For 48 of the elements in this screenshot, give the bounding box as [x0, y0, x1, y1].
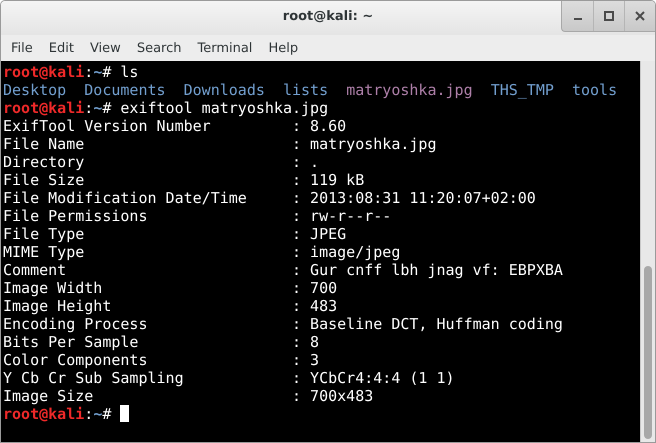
- prompt-path: ~: [93, 405, 102, 423]
- command-text: ls: [120, 63, 138, 81]
- scrollbar[interactable]: [640, 61, 655, 442]
- output-line: Image Width : 700: [3, 279, 338, 297]
- output-line: Color Components : 3: [3, 351, 320, 369]
- prompt-symbol: #: [102, 63, 112, 81]
- output-line: File Permissions : rw-r--r--: [3, 207, 392, 225]
- menu-item[interactable]: File: [3, 40, 41, 56]
- window-title: root@kali: ~: [282, 9, 374, 24]
- menu-item[interactable]: Edit: [40, 40, 82, 56]
- prompt-user: root@kali: [3, 405, 84, 423]
- output-line: Encoding Process : Baseline DCT, Huffman coding: [3, 315, 563, 333]
- file-name: tools: [572, 81, 618, 99]
- file-name: Documents: [84, 81, 166, 99]
- menu-item[interactable]: View: [82, 40, 129, 56]
- scrollbar-thumb[interactable]: [644, 266, 652, 439]
- output-line: Image Height : 483: [3, 297, 338, 315]
- output-line: Bits Per Sample : 8: [3, 333, 320, 351]
- file-name: THS_TMP: [490, 81, 554, 99]
- output-line: MIME Type : image/jpeg: [3, 243, 400, 261]
- prompt-separator: :: [84, 405, 94, 423]
- output-line: ExifTool Version Number : 8.60: [3, 117, 346, 135]
- maximize-icon: [604, 11, 614, 21]
- file-name: Downloads: [184, 81, 265, 99]
- output-line: File Type : JPEG: [3, 225, 346, 243]
- prompt-symbol: #: [102, 405, 112, 423]
- file-name: matryoshka.jpg: [346, 81, 473, 99]
- prompt-user: root@kali: [3, 63, 84, 81]
- file-name: Desktop: [3, 81, 66, 99]
- menu-item[interactable]: Search: [128, 40, 190, 56]
- output-line: Image Size : 700x483: [3, 387, 374, 405]
- output-line: File Name : matryoshka.jpg: [3, 135, 436, 153]
- file-name: lists: [282, 81, 328, 99]
- output-line: File Size : 119 kB: [3, 171, 364, 189]
- output-line: Y Cb Cr Sub Sampling : YCbCr4:4:4 (1 1): [3, 369, 455, 387]
- prompt-path: ~: [93, 99, 102, 117]
- output-line: File Modification Date/Time : 2013:08:31 11:20:07+02:00: [3, 189, 536, 207]
- command-text: exiftool matryoshka.jpg: [120, 99, 328, 117]
- output-line: Comment : Gur cnff lbh jnag vf: EBPXBA: [3, 261, 563, 279]
- output-line: Directory : .: [3, 153, 320, 171]
- prompt-separator: :: [84, 63, 94, 81]
- close-icon: [635, 11, 645, 21]
- prompt-symbol: #: [102, 99, 112, 117]
- menu-item[interactable]: Terminal: [189, 40, 260, 56]
- menu-item[interactable]: Help: [260, 40, 306, 56]
- prompt-user: root@kali: [3, 99, 84, 117]
- prompt-path: ~: [93, 63, 102, 81]
- prompt-separator: :: [84, 99, 94, 117]
